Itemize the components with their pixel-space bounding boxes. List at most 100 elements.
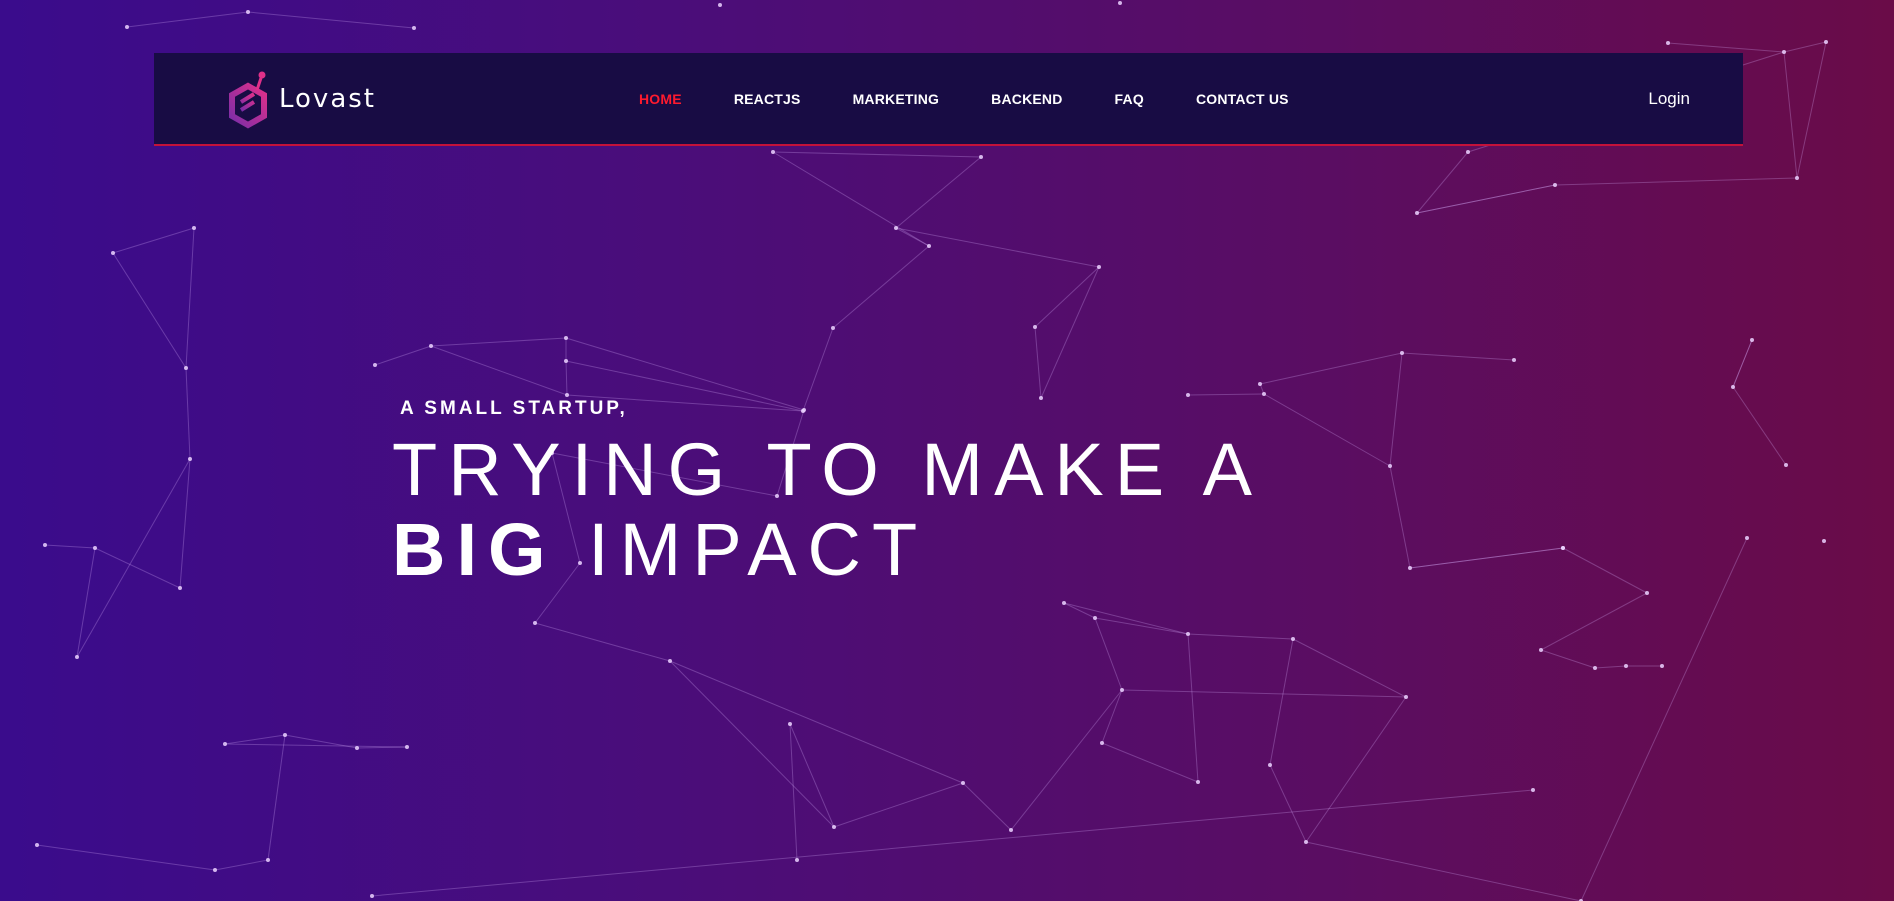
network-node [1539,648,1543,652]
network-line [1292,638,1407,698]
network-node [1097,265,1101,269]
network-line [1594,665,1627,669]
top-navbar: Lovast HOME REACTJS MARKETING BACKEND FA… [154,53,1743,146]
network-node [1553,183,1557,187]
network-line [1063,602,1096,619]
network-line [1305,696,1407,843]
network-node [771,150,775,154]
nav-marketing[interactable]: MARKETING [853,91,940,107]
network-node [93,546,97,550]
network-line [112,227,195,254]
network-node [832,825,836,829]
network-line [1305,841,1582,901]
nav-home[interactable]: HOME [639,91,682,107]
network-line [1094,617,1189,635]
network-line [112,252,187,369]
network-line [214,859,269,871]
network-line [833,782,964,828]
network-node [266,858,270,862]
network-line [669,660,964,784]
network-line [534,622,671,662]
network-line [371,789,1534,897]
network-line [247,11,415,29]
network-line [430,345,568,396]
network-line [962,782,1012,831]
network-node [564,336,568,340]
network-node [1512,358,1516,362]
network-node [355,746,359,750]
network-node [1531,788,1535,792]
network-line [832,245,930,329]
network-node [1824,40,1828,44]
network-node [961,781,965,785]
network-node [831,326,835,330]
network-node [1784,463,1788,467]
network-line [44,544,96,549]
network-node [1415,211,1419,215]
network-line [1667,42,1785,53]
network-node [668,659,672,663]
nav-faq[interactable]: FAQ [1115,91,1144,107]
network-node [1666,41,1670,45]
network-line [1259,352,1403,385]
network-node [1624,664,1628,668]
network-node [188,457,192,461]
network-line [267,734,286,861]
network-node [1645,591,1649,595]
network-line [1783,41,1827,53]
network-node [246,10,250,14]
network-line [430,337,567,347]
network-node [1120,688,1124,692]
network-line [1034,266,1100,328]
network-line [374,345,432,366]
network-node [1822,539,1826,543]
network-node [1009,828,1013,832]
brand-name: Lovast [279,84,376,114]
network-line [789,723,835,828]
network-line [126,11,249,28]
network-node [178,586,182,590]
network-line [669,660,835,828]
network-node [1268,763,1272,767]
network-node [1258,382,1262,386]
network-node [1186,393,1190,397]
network-line [1416,184,1556,214]
network-line [1040,266,1100,399]
network-node [1118,1,1122,5]
network-line [1101,689,1123,744]
network-node [1400,351,1404,355]
hero-section: A SMALL STARTUP, TRYING TO MAKE A BIG IM… [392,398,1263,590]
network-line [772,151,982,158]
network-node [412,26,416,30]
network-line [789,723,798,861]
network-node [373,363,377,367]
network-node [1100,741,1104,745]
nav-backend[interactable]: BACKEND [991,91,1062,107]
main-nav: HOME REACTJS MARKETING BACKEND FAQ CONTA… [639,53,1341,144]
network-node [43,543,47,547]
brand-logo[interactable]: Lovast [227,66,376,132]
hexagon-logo-icon [229,71,267,129]
login-link[interactable]: Login [1648,53,1690,144]
network-node [1593,666,1597,670]
nav-contact-us[interactable]: CONTACT US [1196,91,1289,107]
network-node [788,722,792,726]
nav-reactjs[interactable]: REACTJS [734,91,801,107]
network-line [895,156,982,229]
network-node [213,868,217,872]
network-line [1732,386,1787,466]
network-line [1187,633,1199,783]
network-node [1745,536,1749,540]
network-node [1750,338,1754,342]
network-node [795,858,799,862]
network-node [1262,392,1266,396]
network-line [1269,764,1307,843]
network-line [1401,352,1515,361]
network-node [1404,695,1408,699]
network-node [192,226,196,230]
hero-kicker: A SMALL STARTUP, [400,398,628,419]
network-line [1063,602,1189,635]
network-node [35,843,39,847]
network-line [1580,537,1748,901]
network-node [1093,616,1097,620]
